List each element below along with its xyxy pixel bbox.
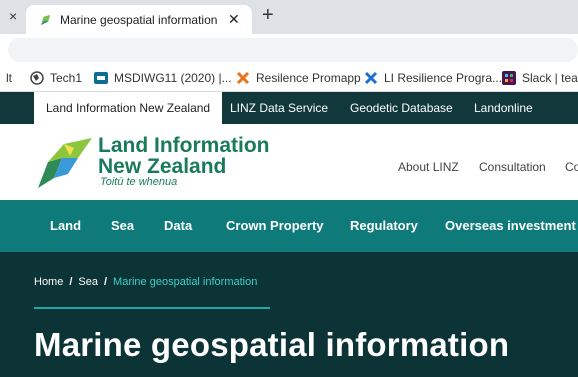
- site-nav-geodetic[interactable]: Geodetic Database: [350, 92, 453, 124]
- bookmark-resilence-promapp[interactable]: Resilence Promapp: [236, 71, 361, 85]
- bookmark-label: Tech1: [50, 71, 83, 85]
- header-link-consultation[interactable]: Consultation: [479, 160, 546, 174]
- promapp-icon: [236, 71, 250, 85]
- breadcrumb-separator: /: [69, 276, 73, 288]
- active-tab[interactable]: Marine geospatial information | L ✕: [26, 5, 252, 34]
- tab-close-icon[interactable]: ✕: [228, 11, 240, 28]
- bookmark-li-resilience[interactable]: LI Resilience Progra...: [364, 71, 502, 85]
- previous-tab-close-icon[interactable]: ×: [9, 8, 17, 24]
- site-nav-landonline[interactable]: Landonline: [474, 92, 533, 124]
- active-tab-title: Marine geospatial information | L: [60, 13, 220, 27]
- main-nav-overseas-investment[interactable]: Overseas investment: [445, 200, 576, 252]
- bookmark-msdiwg11[interactable]: MSDIWG11 (2020) |...: [94, 71, 232, 85]
- main-nav-regulatory[interactable]: Regulatory: [350, 200, 418, 252]
- linz-favicon-icon: [40, 14, 51, 26]
- header-link-about[interactable]: About LINZ: [398, 160, 459, 174]
- promapp-blue-icon: [364, 71, 378, 85]
- globe-icon: [30, 71, 44, 85]
- bookmark-partial[interactable]: lt: [6, 71, 12, 85]
- site-top-nav: Land Information New Zealand LINZ Data S…: [0, 92, 578, 124]
- main-nav-sea[interactable]: Sea: [111, 200, 134, 252]
- bookmark-label: LI Resilience Progra...: [384, 71, 503, 85]
- site-header: Land Information New Zealand Toitū te wh…: [0, 124, 578, 200]
- page-hero: Home / Sea / Marine geospatial informati…: [0, 252, 578, 377]
- logo-tagline: Toitū te whenua: [100, 176, 178, 188]
- new-tab-button[interactable]: +: [262, 4, 274, 27]
- bookmark-label: Slack | team: [522, 71, 578, 85]
- breadcrumb-current: Marine geospatial information: [113, 276, 258, 288]
- breadcrumb-home[interactable]: Home: [34, 276, 63, 288]
- main-nav: Land Sea Data Crown Property Regulatory …: [0, 200, 578, 252]
- bookmark-label: Resilence Promapp: [256, 71, 361, 85]
- bookmark-label: lt: [6, 71, 12, 85]
- browser-tabstrip: × Marine geospatial information | L ✕ +: [0, 0, 578, 34]
- header-link-contact[interactable]: Co: [565, 160, 578, 174]
- bookmarks-bar: lt Tech1 MSDIWG11 (2020) |... Resilence …: [0, 66, 578, 92]
- site-nav-linz[interactable]: Land Information New Zealand: [34, 92, 223, 124]
- main-nav-land[interactable]: Land: [50, 200, 81, 252]
- bookmark-slack[interactable]: Slack | team: [502, 71, 578, 85]
- slack-icon: [502, 71, 516, 85]
- bookmark-tech1[interactable]: Tech1: [30, 71, 82, 85]
- address-bar[interactable]: [8, 38, 578, 62]
- page-title: Marine geospatial information: [34, 326, 510, 363]
- breadcrumb-separator: /: [103, 276, 108, 288]
- bookmark-label: MSDIWG11 (2020) |...: [114, 71, 232, 85]
- main-nav-crown-property[interactable]: Crown Property: [226, 200, 324, 252]
- breadcrumb-underline: [34, 307, 270, 309]
- address-bar-row: [0, 34, 578, 66]
- linz-logo-icon[interactable]: [34, 138, 98, 190]
- site-nav-lds[interactable]: LINZ Data Service: [230, 92, 328, 124]
- main-nav-data[interactable]: Data: [164, 200, 192, 252]
- breadcrumb-sea[interactable]: Sea: [78, 276, 98, 288]
- video-icon: [94, 72, 108, 84]
- breadcrumb: Home / Sea / Marine geospatial informati…: [34, 276, 257, 288]
